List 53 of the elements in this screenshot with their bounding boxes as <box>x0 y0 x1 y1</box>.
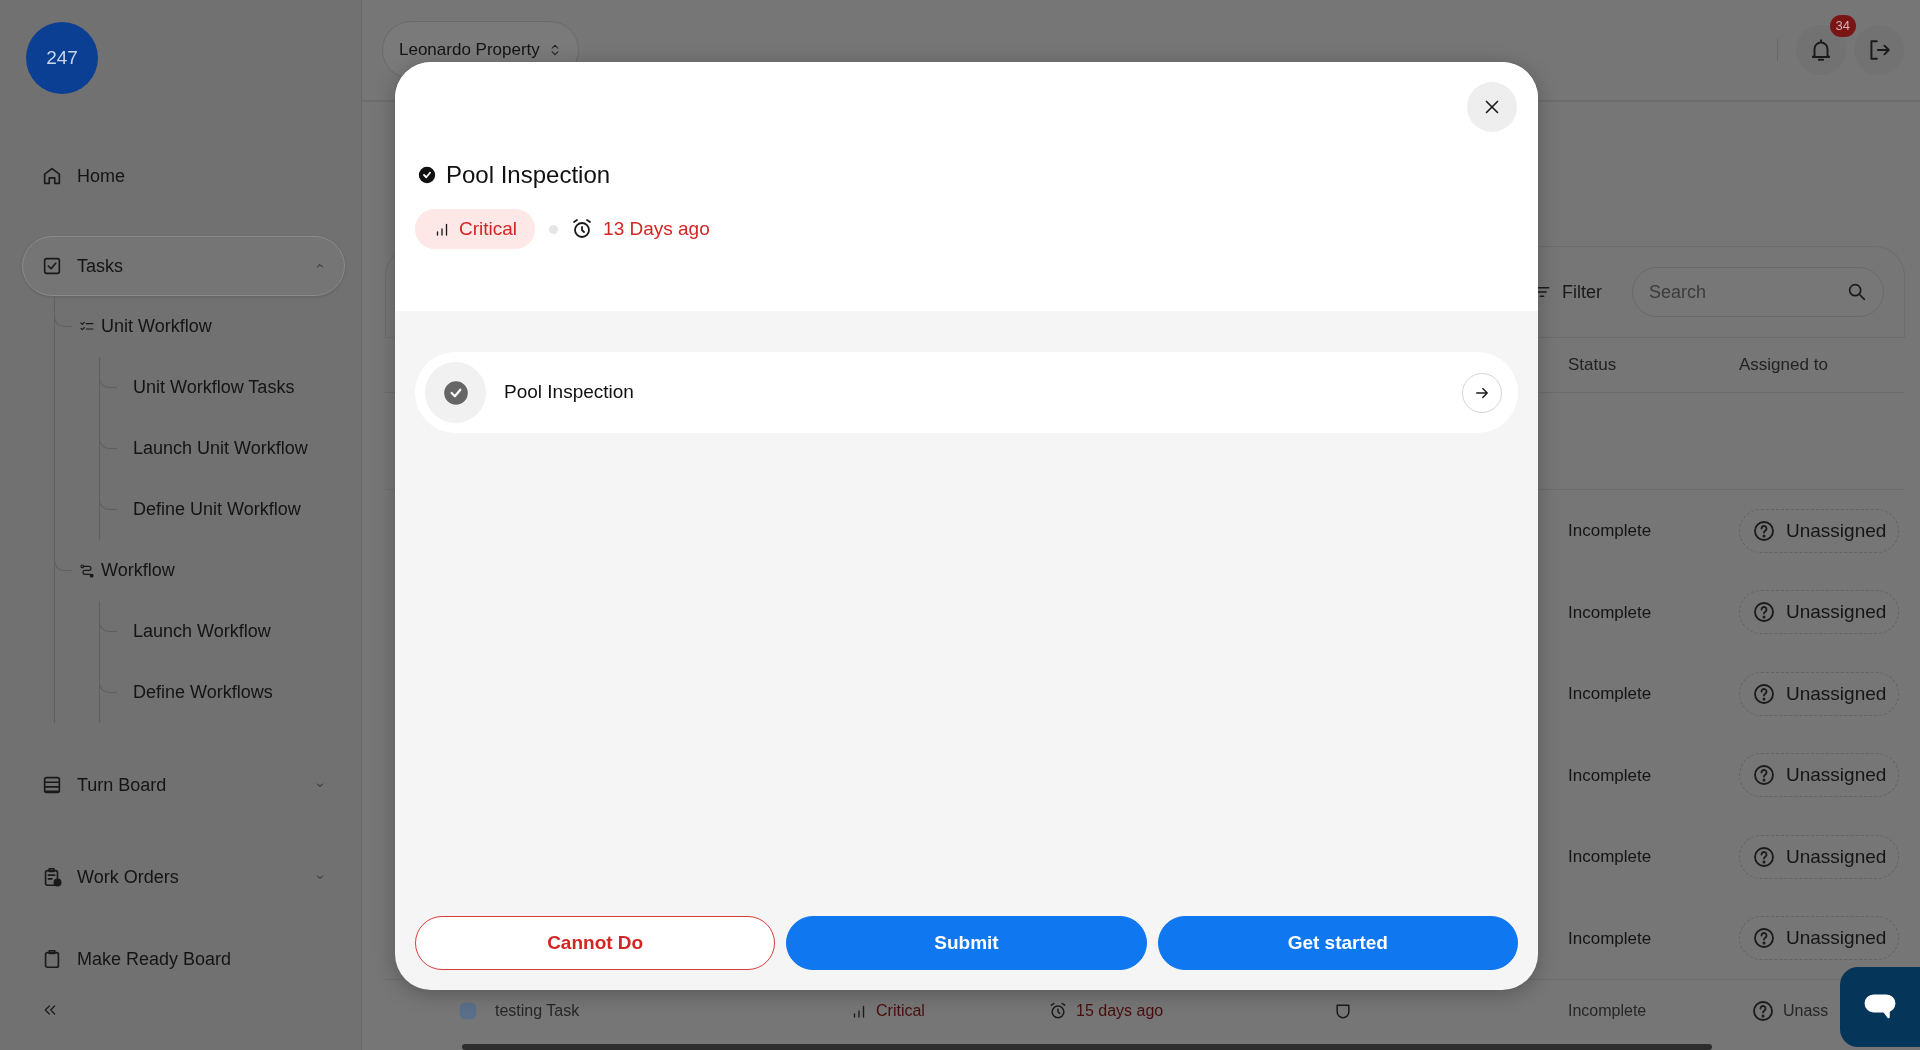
action-button[interactable]: Cannot Do <box>415 916 776 970</box>
status-text: Incomplete <box>1568 765 1652 785</box>
tree-item[interactable]: Launch Workflow <box>100 601 271 662</box>
alarm-icon <box>1048 1000 1068 1021</box>
question-icon <box>1751 998 1775 1023</box>
action-button[interactable]: Submit <box>786 916 1147 970</box>
priority-label: Critical <box>876 1000 925 1021</box>
nav-item[interactable]: Turn Board <box>22 755 345 815</box>
priority-tag: Critical <box>415 209 536 249</box>
status-text: Incomplete <box>1568 928 1652 948</box>
question-icon <box>1752 518 1776 543</box>
column-header: Assigned to <box>1739 354 1829 377</box>
tree-item[interactable]: Launch Unit Workflow <box>100 418 308 479</box>
assignee-text: Unass <box>1783 1000 1829 1021</box>
logo-badge[interactable]: 247 <box>26 22 98 94</box>
status-text: Incomplete <box>1568 847 1652 866</box>
nav-item[interactable]: Make Ready Board <box>22 929 345 969</box>
task-title: Pool Inspection <box>446 160 611 190</box>
tree-item[interactable]: Unit Workflow <box>55 296 212 357</box>
status-text: Incomplete <box>1568 521 1652 540</box>
column-header: Status <box>1568 354 1618 377</box>
tree-item[interactable]: Define Workflows <box>100 662 273 723</box>
route-icon <box>79 562 95 579</box>
double-chevron-icon <box>42 1002 58 1018</box>
question-icon <box>1752 600 1776 625</box>
status-text: Incomplete <box>1568 602 1652 622</box>
question-icon <box>1752 763 1776 788</box>
tree-item[interactable]: Define Unit Workflow <box>100 479 301 540</box>
separator-dot <box>549 224 559 234</box>
step-item[interactable]: Pool Inspection <box>415 352 1518 433</box>
tree-item[interactable]: Unit Workflow Tasks <box>100 357 295 418</box>
status-text: Incomplete <box>1568 1000 1648 1021</box>
notification-count: 34 <box>1829 15 1856 37</box>
nav-item[interactable]: Home <box>22 146 345 206</box>
question-icon <box>1752 926 1776 951</box>
task-name: testing Task <box>495 1000 581 1021</box>
nav-item[interactable]: Work Orders <box>22 847 345 907</box>
action-button[interactable]: Get started <box>1157 916 1518 970</box>
due-text: 15 days ago <box>1076 1000 1164 1021</box>
question-icon <box>1752 844 1776 869</box>
chat-button[interactable] <box>1840 967 1920 1047</box>
tree-item[interactable]: Workflow <box>55 540 175 601</box>
nav-item[interactable]: Tasks <box>22 236 345 296</box>
close-button[interactable] <box>1467 82 1517 132</box>
filter-button[interactable]: Filter <box>1526 277 1608 307</box>
table-icon <box>41 774 63 796</box>
checkbox-icon <box>41 255 63 277</box>
search-field[interactable]: Search <box>1632 267 1884 317</box>
home-icon <box>41 165 63 187</box>
question-icon <box>1752 681 1776 706</box>
status-text: Incomplete <box>1568 684 1652 703</box>
search-icon <box>1846 281 1868 303</box>
due-date: 13 Days ago <box>570 214 710 244</box>
